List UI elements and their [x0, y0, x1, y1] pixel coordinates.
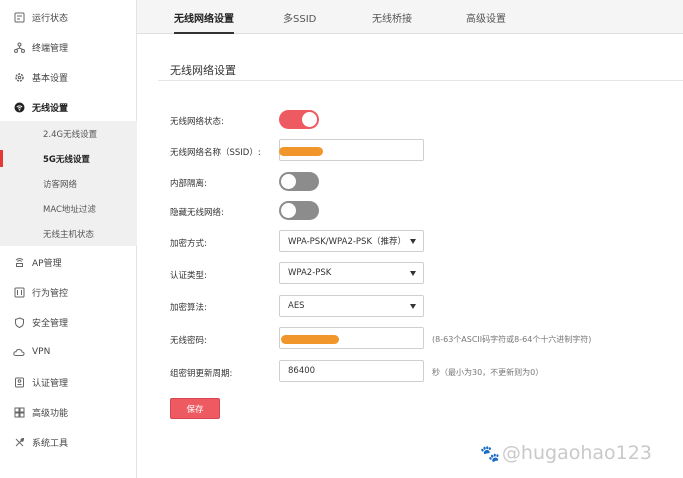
sidebar: 运行状态 终端管理 基本设置 无线设置 2.4G无线设置 5G无线设置 访客网络… [0, 0, 137, 478]
chevron-down-icon [410, 304, 416, 309]
submenu-item-5g[interactable]: 5G无线设置 [0, 146, 137, 171]
sidebar-item-ap[interactable]: AP管理 [0, 249, 137, 275]
sidebar-item-advanced[interactable]: 高级功能 [0, 399, 137, 425]
encryption-select[interactable]: WPA-PSK/WPA2-PSK（推荐） [279, 230, 424, 252]
grid-icon [13, 406, 25, 418]
submenu-item-hosts[interactable]: 无线主机状态 [0, 221, 137, 246]
submenu-item-guest[interactable]: 访客网络 [0, 171, 137, 196]
rekey-value: 86400 [288, 366, 316, 376]
toggle-knob [281, 203, 296, 218]
sidebar-item-label: 认证管理 [32, 378, 69, 389]
rekey-hint: 秒（最小为30，不更新则为0） [432, 368, 544, 377]
sidebar-item-label: 运行状态 [32, 13, 69, 24]
rekey-input[interactable]: 86400 [279, 360, 424, 382]
tab-label: 无线网络设置 [174, 13, 234, 25]
toggle-knob [281, 174, 296, 189]
sidebar-item-terminals[interactable]: 终端管理 [0, 34, 137, 60]
sidebar-item-label: 基本设置 [32, 73, 69, 84]
isolation-label: 内部隔离: [170, 179, 207, 189]
gear-icon [13, 71, 25, 83]
submenu-item-label: 2.4G无线设置 [43, 129, 98, 140]
algorithm-select[interactable]: AES [279, 295, 424, 317]
password-redaction [281, 335, 339, 344]
tab-multi-ssid[interactable]: 多SSID [283, 0, 316, 34]
sidebar-item-label: VPN [32, 347, 51, 357]
wifi-icon [13, 101, 25, 113]
divider [158, 80, 683, 81]
sidebar-item-label: 行为管控 [32, 288, 69, 299]
algorithm-value: AES [288, 301, 305, 311]
sidebar-item-label: 无线设置 [32, 103, 69, 114]
auth-type-label: 认证类型: [170, 271, 207, 281]
sidebar-item-label: 安全管理 [32, 318, 69, 329]
tab-label: 多SSID [283, 13, 317, 25]
encryption-value: WPA-PSK/WPA2-PSK（推荐） [288, 237, 407, 247]
monitor-icon [13, 11, 25, 23]
watermark: 🐾 @hugaohao123 [480, 442, 652, 464]
tab-label: 无线桥接 [372, 13, 412, 25]
isolation-toggle[interactable] [279, 172, 319, 191]
network-icon [13, 41, 25, 53]
watermark-text: @hugaohao123 [501, 442, 652, 464]
sidebar-item-auth[interactable]: 认证管理 [0, 369, 137, 395]
sidebar-item-label: 高级功能 [32, 408, 69, 419]
auth-type-select[interactable]: WPA2-PSK [279, 262, 424, 284]
auth-type-value: WPA2-PSK [288, 268, 332, 278]
wireless-status-toggle[interactable] [279, 110, 319, 129]
tab-bar: 无线网络设置 多SSID 无线桥接 高级设置 [137, 0, 683, 34]
save-button[interactable]: 保存 [170, 398, 220, 419]
sidebar-item-basic[interactable]: 基本设置 [0, 64, 137, 90]
submenu-item-label: 无线主机状态 [43, 229, 95, 240]
algorithm-label: 加密算法: [170, 303, 207, 313]
sidebar-item-behavior[interactable]: 行为管控 [0, 279, 137, 305]
hide-ssid-label: 隐藏无线网络: [170, 208, 224, 218]
wireless-submenu: 2.4G无线设置 5G无线设置 访客网络 MAC地址过滤 无线主机状态 [0, 121, 137, 246]
wireless-status-label: 无线网络状态: [170, 117, 224, 127]
sidebar-item-label: AP管理 [32, 258, 62, 269]
sidebar-item-status[interactable]: 运行状态 [0, 4, 137, 30]
tab-wireless-network[interactable]: 无线网络设置 [174, 0, 234, 34]
shield-icon [13, 316, 25, 328]
cloud-icon [13, 346, 25, 358]
submenu-item-label: MAC地址过滤 [43, 204, 96, 215]
sidebar-item-label: 终端管理 [32, 43, 69, 54]
tab-label: 高级设置 [466, 13, 506, 25]
encryption-label: 加密方式: [170, 239, 207, 249]
toggle-knob [302, 112, 317, 127]
password-label: 无线密码: [170, 336, 207, 346]
ssid-redaction [279, 147, 323, 156]
sidebar-item-vpn[interactable]: VPN [0, 339, 137, 365]
sidebar-item-security[interactable]: 安全管理 [0, 309, 137, 335]
access-point-icon [13, 256, 25, 268]
page-title: 无线网络设置 [170, 64, 236, 77]
tab-advanced[interactable]: 高级设置 [466, 0, 506, 34]
control-icon [13, 286, 25, 298]
ssid-label: 无线网络名称（SSID）: [170, 148, 261, 158]
submenu-item-mac-filter[interactable]: MAC地址过滤 [0, 196, 137, 221]
id-card-icon [13, 376, 25, 388]
submenu-item-2g[interactable]: 2.4G无线设置 [0, 121, 137, 146]
submenu-item-label: 访客网络 [43, 179, 78, 190]
sidebar-item-wireless[interactable]: 无线设置 [0, 94, 137, 120]
chevron-down-icon [410, 271, 416, 276]
submenu-item-label: 5G无线设置 [43, 154, 90, 165]
tools-icon [13, 436, 25, 448]
sidebar-item-label: 系统工具 [32, 438, 69, 449]
sidebar-item-tools[interactable]: 系统工具 [0, 429, 137, 455]
rekey-label: 组密钥更新周期: [170, 369, 233, 379]
save-button-label: 保存 [186, 404, 204, 415]
paw-icon: 🐾 [480, 443, 500, 463]
chevron-down-icon [410, 239, 416, 244]
password-hint: (8-63个ASCII码字符或8-64个十六进制字符) [432, 335, 592, 344]
tab-wireless-bridge[interactable]: 无线桥接 [372, 0, 412, 34]
hide-ssid-toggle[interactable] [279, 201, 319, 220]
